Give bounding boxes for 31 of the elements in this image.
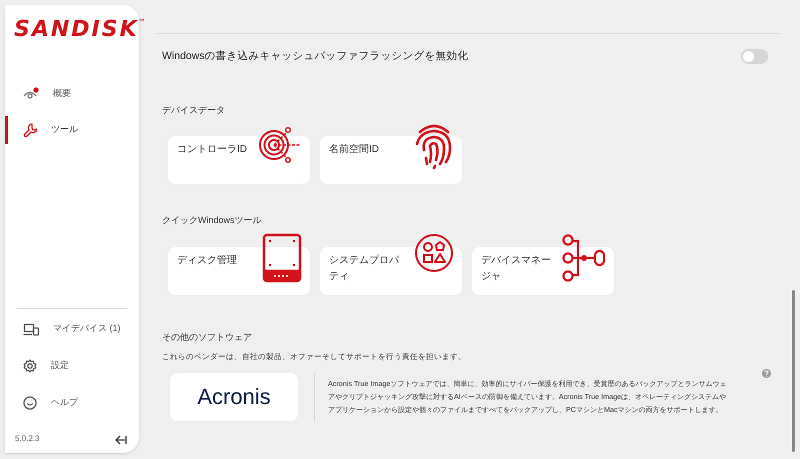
tool-card[interactable]: デバイスマネージャ	[472, 246, 614, 295]
collapse-icon[interactable]	[115, 435, 127, 445]
tool-card[interactable]: 名前空間ID	[320, 136, 462, 184]
nav-item[interactable]: マイデバイス (1)	[5, 317, 139, 341]
fingerprint-icon	[414, 122, 454, 172]
devices-icon	[23, 322, 39, 336]
scrollbar-thumb[interactable]	[792, 290, 795, 452]
disk-drive-icon	[262, 232, 302, 283]
tree-diagram-icon	[562, 232, 606, 283]
smile-icon	[23, 396, 37, 410]
nav-item[interactable]: ツール	[5, 119, 139, 141]
section-heading: デバイスデータ	[162, 104, 226, 117]
nav-item[interactable]: 設定	[5, 354, 139, 378]
vendor-logo: Acronis	[170, 372, 298, 420]
selection-indicator	[5, 116, 8, 144]
gear-icon	[23, 359, 37, 373]
eye-icon	[23, 87, 39, 101]
nav-item[interactable]: 概要	[5, 83, 139, 105]
section-heading: クイックWindowsツール	[162, 214, 263, 228]
wrench-icon	[23, 123, 37, 137]
tool-card[interactable]: システムプロパティ	[320, 246, 462, 295]
logo: SANDISK	[14, 19, 139, 41]
shapes-icon	[414, 232, 454, 273]
toggle-switch[interactable]	[741, 49, 768, 64]
version-label: 5.0.2.3	[15, 433, 40, 445]
help-icon[interactable]	[762, 368, 771, 378]
section-heading: その他のソフトウェア	[162, 330, 253, 344]
tool-card[interactable]: コントローラID	[168, 136, 310, 184]
nav-item[interactable]: ヘルプ	[5, 391, 139, 415]
setting-label: Windowsの書き込みキャッシュバッファフラッシングを無効化	[162, 49, 469, 64]
tool-card[interactable]: ディスク管理	[168, 246, 310, 295]
